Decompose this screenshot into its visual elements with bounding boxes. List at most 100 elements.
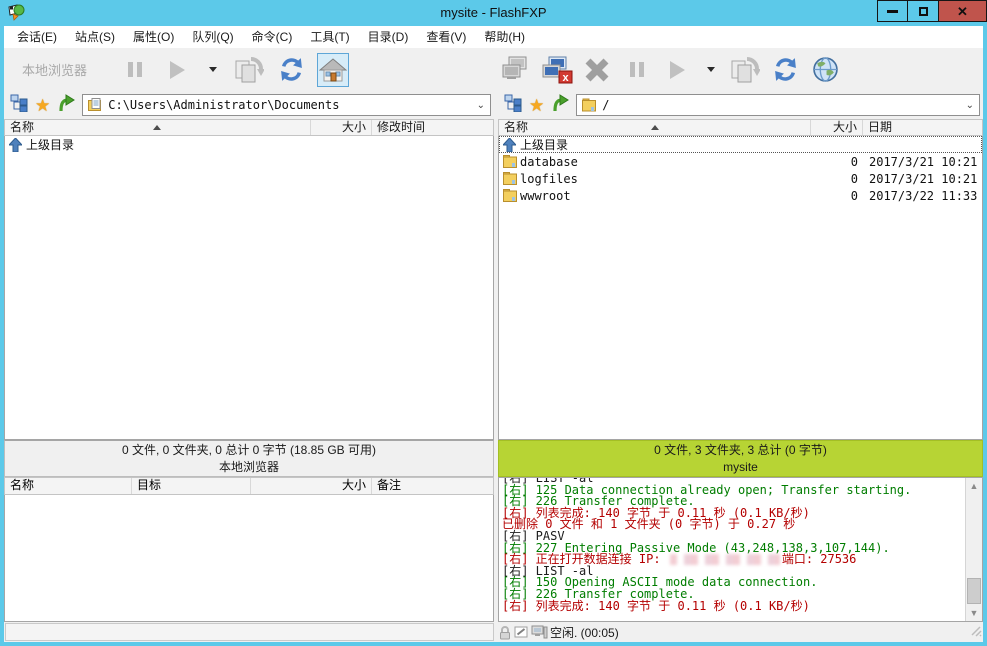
log-line-suffix: 端口: 27536 xyxy=(782,552,857,566)
remote-transfer-queue-button[interactable] xyxy=(729,53,761,87)
play-icon xyxy=(670,61,685,79)
minimize-button[interactable] xyxy=(877,0,908,22)
local-file-list: 上级目录 xyxy=(4,136,494,440)
up-arrow-icon xyxy=(551,94,569,112)
remote-path-value: / xyxy=(602,98,960,112)
remote-site-button[interactable] xyxy=(809,53,841,87)
menu-view[interactable]: 查看(V) xyxy=(417,26,475,48)
connect-icon xyxy=(501,56,533,84)
refresh-icon xyxy=(772,56,799,83)
local-pause-button[interactable] xyxy=(119,53,151,87)
local-browser-label: 本地浏览器 xyxy=(22,60,87,79)
home-icon xyxy=(319,57,347,83)
window-content: 会话(E) 站点(S) 属性(O) 队列(Q) 命令(C) 工具(T) 目录(D… xyxy=(4,26,983,642)
local-column-size[interactable]: 大小 xyxy=(311,120,372,135)
local-start-button[interactable] xyxy=(161,53,193,87)
remote-start-menu-button[interactable] xyxy=(701,53,721,87)
local-transfer-queue-button[interactable] xyxy=(233,53,265,87)
queue-column-note[interactable]: 备注 xyxy=(372,478,493,494)
local-status-panel: 0 文件, 0 文件夹, 0 总计 0 字节 (18.85 GB 可用) 本地浏… xyxy=(4,440,494,477)
local-tree-toggle-button[interactable] xyxy=(10,94,28,117)
remote-tree-toggle-button[interactable] xyxy=(504,94,522,117)
menu-commands[interactable]: 命令(C) xyxy=(243,26,302,48)
local-up-directory-row[interactable]: 上级目录 xyxy=(5,136,493,153)
remote-disconnect-button[interactable]: x xyxy=(541,53,573,87)
remote-refresh-button[interactable] xyxy=(769,53,801,87)
combo-dropdown-icon[interactable]: ⌄ xyxy=(477,100,485,111)
queue-pane: 名称 目标 大小 备注 xyxy=(4,477,494,622)
row-size: 0 xyxy=(808,155,858,169)
remote-file-row[interactable]: logfiles 0 2017/3/21 10:21 xyxy=(499,170,982,187)
remote-up-directory-button[interactable] xyxy=(551,94,569,117)
sort-asc-icon xyxy=(651,125,659,130)
remote-connect-button[interactable] xyxy=(501,53,533,87)
local-home-button[interactable] xyxy=(317,53,349,87)
session-log[interactable]: [右] LIST -al [右] 125 Data connection alr… xyxy=(498,477,983,622)
scroll-down-icon[interactable]: ▼ xyxy=(966,605,982,621)
transfer-queue-icon xyxy=(234,56,264,84)
play-icon xyxy=(170,61,185,79)
remote-abort-button[interactable] xyxy=(581,53,613,87)
scroll-up-icon[interactable]: ▲ xyxy=(966,478,982,494)
local-status-title: 本地浏览器 xyxy=(5,459,493,476)
log-scrollbar[interactable]: ▲ ▼ xyxy=(965,478,982,621)
maximize-button[interactable] xyxy=(908,0,939,22)
menu-session[interactable]: 会话(E) xyxy=(8,26,66,48)
remote-path-combobox[interactable]: / ⌄ xyxy=(576,94,980,116)
menu-options[interactable]: 属性(O) xyxy=(124,26,183,48)
local-up-directory-button[interactable] xyxy=(57,94,75,117)
star-icon: ★ xyxy=(529,96,544,115)
log-line: 已删除 0 文件 和 1 文件夹 (0 字节) 于 0.27 秒 xyxy=(502,519,982,531)
close-button[interactable]: ✕ xyxy=(939,0,987,22)
queue-list[interactable] xyxy=(4,495,494,622)
local-pane: ★ C:\Users\Administrator\Doc xyxy=(4,91,494,477)
remote-file-row[interactable]: wwwroot 0 2017/3/22 11:33 xyxy=(499,187,982,204)
notes-icon xyxy=(514,625,529,639)
remote-column-size[interactable]: 大小 xyxy=(811,120,863,135)
local-start-menu-button[interactable] xyxy=(203,53,223,87)
remote-file-row[interactable]: database 0 2017/3/21 10:21 xyxy=(499,153,982,170)
menu-tools[interactable]: 工具(T) xyxy=(301,26,358,48)
remote-start-button[interactable] xyxy=(661,53,693,87)
title-bar[interactable]: mysite - FlashFXP ✕ xyxy=(0,0,987,26)
local-path-combobox[interactable]: C:\Users\Administrator\Documents ⌄ xyxy=(82,94,491,116)
queue-header: 名称 目标 大小 备注 xyxy=(4,477,494,495)
remote-favorites-button[interactable]: ★ xyxy=(529,97,544,114)
local-favorites-button[interactable]: ★ xyxy=(35,97,50,114)
remote-up-directory-row[interactable]: 上级目录 xyxy=(499,136,982,153)
row-date: 2017/3/21 10:21 xyxy=(858,172,977,186)
row-size: 0 xyxy=(808,172,858,186)
pause-icon xyxy=(630,62,644,77)
remote-status-panel: 0 文件, 3 文件夹, 3 总计 (0 字节) mysite xyxy=(498,440,983,477)
local-column-date[interactable]: 修改时间 xyxy=(372,120,493,135)
menu-sites[interactable]: 站点(S) xyxy=(66,26,124,48)
queue-column-target[interactable]: 目标 xyxy=(132,478,251,494)
row-label: database xyxy=(520,155,808,169)
queue-column-size[interactable]: 大小 xyxy=(251,478,372,494)
chevron-down-icon xyxy=(209,67,217,72)
chevron-down-icon xyxy=(707,67,715,72)
row-label: 上级目录 xyxy=(26,136,74,153)
minimize-icon xyxy=(887,10,898,13)
disconnect-icon: x xyxy=(541,56,573,84)
maximize-icon xyxy=(919,7,928,16)
queue-column-name[interactable]: 名称 xyxy=(5,478,132,494)
scroll-thumb[interactable] xyxy=(967,578,981,604)
local-refresh-button[interactable] xyxy=(275,53,307,87)
abort-x-icon xyxy=(583,56,611,84)
resize-grip[interactable] xyxy=(970,625,982,640)
remote-pause-button[interactable] xyxy=(621,53,653,87)
lock-icon xyxy=(498,625,512,640)
menu-queue[interactable]: 队列(Q) xyxy=(183,26,242,48)
menu-directory[interactable]: 目录(D) xyxy=(359,26,418,48)
combo-dropdown-icon[interactable]: ⌄ xyxy=(966,100,974,111)
documents-icon xyxy=(88,98,103,112)
svg-text:x: x xyxy=(562,72,569,84)
remote-list-header: 名称 大小 日期 xyxy=(498,119,983,136)
remote-column-date[interactable]: 日期 xyxy=(863,120,982,135)
log-pane: [右] LIST -al [右] 125 Data connection alr… xyxy=(498,477,983,622)
up-arrow-icon xyxy=(57,94,75,112)
status-bar: 空闲. (00:05) xyxy=(4,622,983,642)
statusbar-left-panel xyxy=(5,623,494,641)
menu-help[interactable]: 帮助(H) xyxy=(475,26,534,48)
